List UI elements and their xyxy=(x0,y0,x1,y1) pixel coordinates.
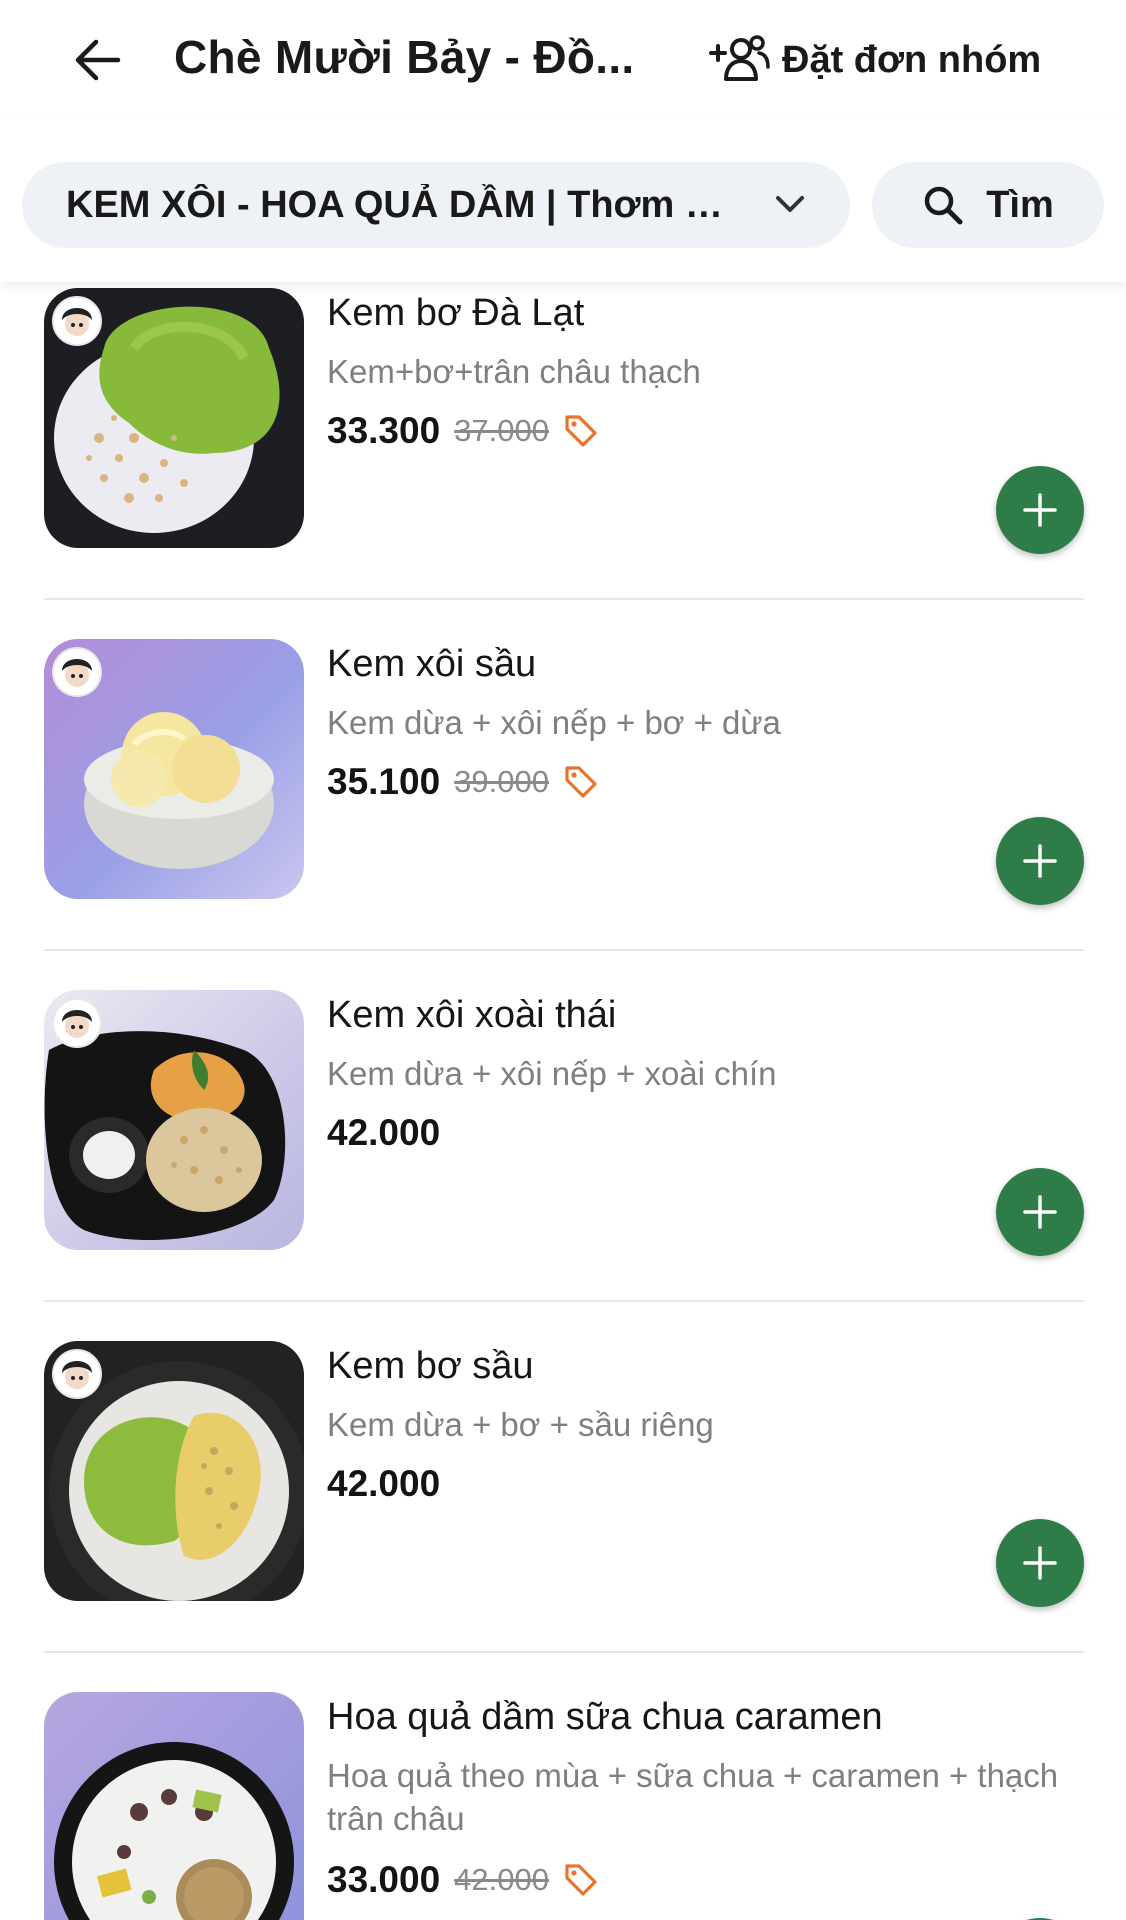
top-bar: Chè Mười Bảy - Đồ... Đặt đơn nhóm xyxy=(0,0,1126,120)
item-price: 33.300 xyxy=(327,410,441,451)
add-to-cart-button[interactable] xyxy=(996,817,1084,905)
price-row: 33.300 37.000 xyxy=(327,410,599,452)
item-description: Kem+bơ+trân châu thạch xyxy=(327,353,701,390)
price-tag-icon xyxy=(565,766,597,798)
plus-icon xyxy=(1023,844,1057,878)
item-description: Kem dừa + bơ + sầu riêng xyxy=(327,1406,714,1443)
item-name: Kem xôi xoài thái xyxy=(327,994,617,1036)
menu-list: Kem bơ Đà Lạt Kem+bơ+trân châu thạch 33.… xyxy=(0,282,1126,1920)
price-tag-icon xyxy=(565,1864,597,1896)
item-name: Kem bơ sầu xyxy=(327,1345,534,1387)
divider xyxy=(44,949,1084,951)
shop-avatar xyxy=(52,1349,102,1399)
category-label: KEM XÔI - HOA QUẢ DẦM | Thơm M... xyxy=(66,183,746,226)
food-image xyxy=(44,639,304,899)
divider xyxy=(44,1300,1084,1302)
category-dropdown[interactable]: KEM XÔI - HOA QUẢ DẦM | Thơm M... xyxy=(22,162,850,248)
menu-item[interactable]: Kem bơ sầu Kem dừa + bơ + sầu riêng 42.0… xyxy=(44,1341,1084,1681)
shop-avatar xyxy=(52,998,102,1048)
divider xyxy=(44,598,1084,600)
add-to-cart-button[interactable] xyxy=(996,466,1084,554)
price-tag-icon xyxy=(565,415,597,447)
item-old-price: 42.000 xyxy=(454,1862,549,1897)
chevron-down-icon xyxy=(776,196,804,212)
add-to-cart-button[interactable] xyxy=(996,1168,1084,1256)
item-description: Kem dừa + xôi nếp + bơ + dừa xyxy=(327,704,781,741)
food-image xyxy=(44,1341,304,1601)
menu-item[interactable]: Kem xôi sầu Kem dừa + xôi nếp + bơ + dừa… xyxy=(44,639,1084,979)
menu-item[interactable]: Kem bơ Đà Lạt Kem+bơ+trân châu thạch 33.… xyxy=(44,288,1084,628)
price-row: 42.000 xyxy=(327,1112,440,1154)
arrow-left-icon xyxy=(75,39,121,81)
food-image xyxy=(44,990,304,1250)
shop-avatar xyxy=(52,296,102,346)
item-price: 42.000 xyxy=(327,1112,441,1153)
price-row: 35.100 39.000 xyxy=(327,761,599,803)
group-add-icon xyxy=(709,35,770,81)
item-description: Hoa quả theo mùa + sữa chua + caramen + … xyxy=(327,1757,1059,1837)
item-description: Kem dừa + xôi nếp + xoài chín xyxy=(327,1055,777,1092)
shop-avatar xyxy=(52,647,102,697)
price-row: 33.000 42.000 xyxy=(327,1859,599,1901)
food-image xyxy=(44,288,304,548)
filter-bar: KEM XÔI - HOA QUẢ DẦM | Thơm M... Tìm xyxy=(0,120,1126,282)
menu-item[interactable]: Hoa quả dầm sữa chua caramen Hoa quả the… xyxy=(44,1692,1084,1920)
search-label: Tìm xyxy=(986,183,1054,226)
item-old-price: 39.000 xyxy=(454,764,549,799)
item-name: Kem bơ Đà Lạt xyxy=(327,292,585,334)
group-order-label: Đặt đơn nhóm xyxy=(782,38,1042,81)
back-button[interactable] xyxy=(66,28,130,92)
shop-title: Chè Mười Bảy - Đồ... xyxy=(174,31,635,83)
plus-icon xyxy=(1023,1195,1057,1229)
search-icon xyxy=(924,186,963,225)
menu-item[interactable]: Kem xôi xoài thái Kem dừa + xôi nếp + xo… xyxy=(44,990,1084,1330)
add-to-cart-button[interactable] xyxy=(996,1519,1084,1607)
item-name: Kem xôi sầu xyxy=(327,643,537,685)
item-old-price: 37.000 xyxy=(454,413,549,448)
plus-icon xyxy=(1023,1546,1057,1580)
plus-icon xyxy=(1023,493,1057,527)
price-row: 42.000 xyxy=(327,1463,440,1505)
item-price: 33.000 xyxy=(327,1859,441,1900)
item-price: 35.100 xyxy=(327,761,441,802)
search-button[interactable]: Tìm xyxy=(872,162,1104,248)
item-price: 42.000 xyxy=(327,1463,441,1504)
item-name: Hoa quả dầm sữa chua caramen xyxy=(327,1696,883,1738)
divider xyxy=(44,1651,1084,1653)
food-image xyxy=(44,1692,304,1920)
group-order-button[interactable]: Đặt đơn nhóm xyxy=(708,26,1041,94)
